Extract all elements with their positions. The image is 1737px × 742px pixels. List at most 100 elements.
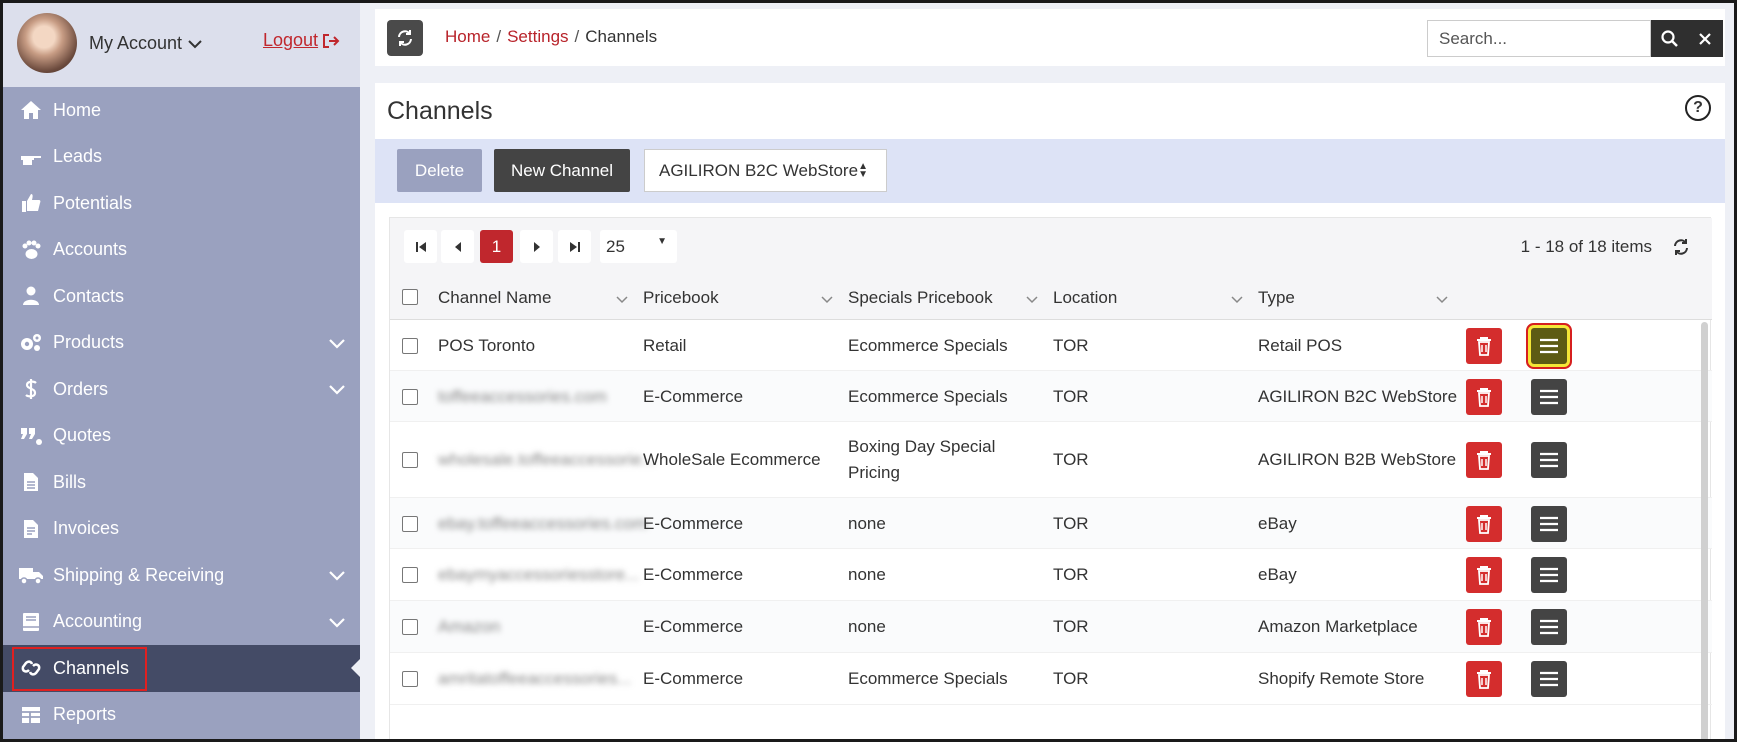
delete-row-button[interactable] [1466, 557, 1502, 593]
sidebar-item-invoices[interactable]: Invoices [3, 506, 360, 553]
breadcrumb-settings[interactable]: Settings [507, 27, 568, 47]
delete-row-button[interactable] [1466, 442, 1502, 478]
cell-specials-pricebook: none [848, 562, 886, 588]
sidebar-item-quotes[interactable]: Quotes [3, 413, 360, 460]
chevron-down-icon[interactable] [328, 566, 346, 587]
page-1-button[interactable]: 1 [480, 230, 513, 263]
table-row[interactable]: Amazon E-Commerce none TOR Amazon Marketplac… [390, 601, 1712, 653]
sidebar-item-channels[interactable]: Channels [3, 645, 360, 692]
row-menu-button[interactable] [1528, 324, 1570, 367]
row-checkbox[interactable] [402, 452, 418, 468]
sidebar-item-label: Accounts [53, 239, 128, 260]
cell-location: TOR [1053, 513, 1089, 533]
cell-channel-name[interactable]: wholesale.toffeeaccessorie... [438, 447, 656, 473]
cell-type: AGILIRON B2C WebStore [1258, 386, 1458, 406]
column-header-type[interactable]: Type [1258, 288, 1295, 308]
specials-pricebook-line: Pricing [848, 463, 900, 482]
column-header-channel-name[interactable]: Channel Name [438, 288, 551, 308]
row-checkbox[interactable] [402, 388, 418, 405]
row-menu-button[interactable] [1531, 442, 1567, 478]
sidebar-item-reports[interactable]: Reports [3, 692, 360, 739]
sidebar-item-home[interactable]: Home [3, 87, 360, 134]
row-menu-button[interactable] [1531, 557, 1567, 593]
select-all-checkbox[interactable] [402, 289, 418, 305]
row-menu-button[interactable] [1531, 609, 1567, 645]
column-menu-icon[interactable] [616, 291, 628, 309]
new-channel-button[interactable]: New Channel [494, 149, 630, 192]
sidebar-item-label: Quotes [53, 425, 112, 446]
column-menu-icon[interactable] [821, 291, 833, 309]
page-title: Channels [387, 97, 493, 125]
table-row[interactable]: wholesale.toffeeaccessorie... WholeSale E… [390, 422, 1712, 498]
sidebar-item-accounting[interactable]: Accounting [3, 599, 360, 646]
help-icon[interactable]: ? [1685, 95, 1711, 121]
search-button[interactable] [1651, 20, 1687, 57]
column-menu-icon[interactable] [1436, 291, 1448, 309]
sidebar-item-accounts[interactable]: Accounts [3, 227, 360, 274]
cell-type: Shopify Remote Store [1258, 669, 1425, 688]
sidebar-item-contacts[interactable]: Contacts [3, 273, 360, 320]
logout-icon [323, 33, 340, 48]
column-header-pricebook[interactable]: Pricebook [643, 288, 719, 308]
breadcrumb-home[interactable]: Home [445, 27, 490, 47]
column-menu-icon[interactable] [1026, 291, 1038, 309]
sidebar-item-leads[interactable]: Leads [3, 134, 360, 181]
row-checkbox[interactable] [402, 567, 418, 583]
row-checkbox[interactable] [402, 515, 418, 532]
prev-page-button[interactable] [441, 230, 474, 263]
column-header-specials-pricebook[interactable]: Specials Pricebook [848, 288, 993, 308]
cell-channel-name[interactable]: toffeeaccessories.com [438, 384, 607, 410]
sidebar-item-shipping-receiving[interactable]: Shipping & Receiving [3, 552, 360, 599]
delete-row-button[interactable] [1466, 609, 1502, 645]
cell-channel-name[interactable]: amritatoffeeaccessories... [438, 666, 631, 692]
table-row[interactable]: POS Toronto Retail Ecommerce Specials TOR Re… [390, 320, 1712, 371]
sidebar-item-products[interactable]: Products [3, 320, 360, 367]
cell-channel-name[interactable]: ebaymyaccessoriesstore... [438, 562, 639, 588]
table-row[interactable]: toffeeaccessories.com E-Commerce Ecommerce… [390, 371, 1712, 422]
cell-channel-name[interactable]: POS Toronto [438, 333, 535, 359]
cell-channel-name[interactable]: Amazon [438, 614, 500, 640]
invoice-icon [18, 518, 44, 540]
row-checkbox[interactable] [402, 337, 418, 354]
table-row[interactable]: ebaymyaccessoriesstore... E-Commerce none T… [390, 549, 1712, 601]
row-checkbox[interactable] [402, 619, 418, 635]
clear-search-button[interactable] [1687, 20, 1723, 57]
grid-scrollbar[interactable] [1701, 322, 1708, 739]
column-header-location[interactable]: Location [1053, 288, 1117, 308]
delete-row-button[interactable] [1466, 661, 1502, 697]
table-row[interactable]: ebay.toffeeaccessories.com E-Commerce none… [390, 498, 1712, 549]
grid-refresh-button[interactable] [1672, 238, 1690, 261]
search-input[interactable] [1427, 20, 1651, 57]
logout-link[interactable]: Logout [263, 30, 340, 51]
my-account-dropdown[interactable]: My Account [89, 33, 202, 54]
delete-button[interactable]: Delete [397, 149, 482, 192]
row-menu-button[interactable] [1531, 661, 1567, 697]
first-page-button[interactable] [404, 230, 437, 263]
next-page-button[interactable] [520, 230, 553, 263]
logout-label: Logout [263, 30, 319, 50]
sidebar-item-potentials[interactable]: Potentials [3, 180, 360, 227]
delete-row-button[interactable] [1466, 378, 1502, 415]
sidebar-item-bills[interactable]: Bills [3, 459, 360, 506]
store-select[interactable]: AGILIRON B2C WebStore ▲ ▼ [644, 149, 887, 192]
sidebar-item-label: Potentials [53, 192, 133, 213]
delete-row-button[interactable] [1466, 327, 1502, 364]
cell-channel-name[interactable]: ebay.toffeeaccessories.com [438, 511, 647, 537]
row-menu-button[interactable] [1531, 378, 1567, 415]
last-page-button[interactable] [558, 230, 591, 263]
specials-pricebook-line: none [848, 565, 886, 584]
avatar[interactable] [17, 13, 77, 73]
table-icon [18, 704, 44, 726]
table-row[interactable]: amritatoffeeaccessories... E-Commerce Ecom… [390, 653, 1712, 705]
page-size-select[interactable]: 25 ▼ [600, 230, 677, 263]
row-menu-button[interactable] [1531, 505, 1567, 542]
chevron-down-icon[interactable] [328, 613, 346, 634]
row-checkbox[interactable] [402, 671, 418, 687]
chevron-down-icon[interactable] [328, 334, 346, 355]
chevron-down-icon[interactable] [328, 380, 346, 401]
column-menu-icon[interactable] [1231, 291, 1243, 309]
delete-row-button[interactable] [1466, 505, 1502, 542]
cell-specials-pricebook: Ecommerce Specials [848, 666, 1008, 692]
refresh-button[interactable] [387, 20, 423, 56]
sidebar-item-orders[interactable]: Orders [3, 366, 360, 413]
